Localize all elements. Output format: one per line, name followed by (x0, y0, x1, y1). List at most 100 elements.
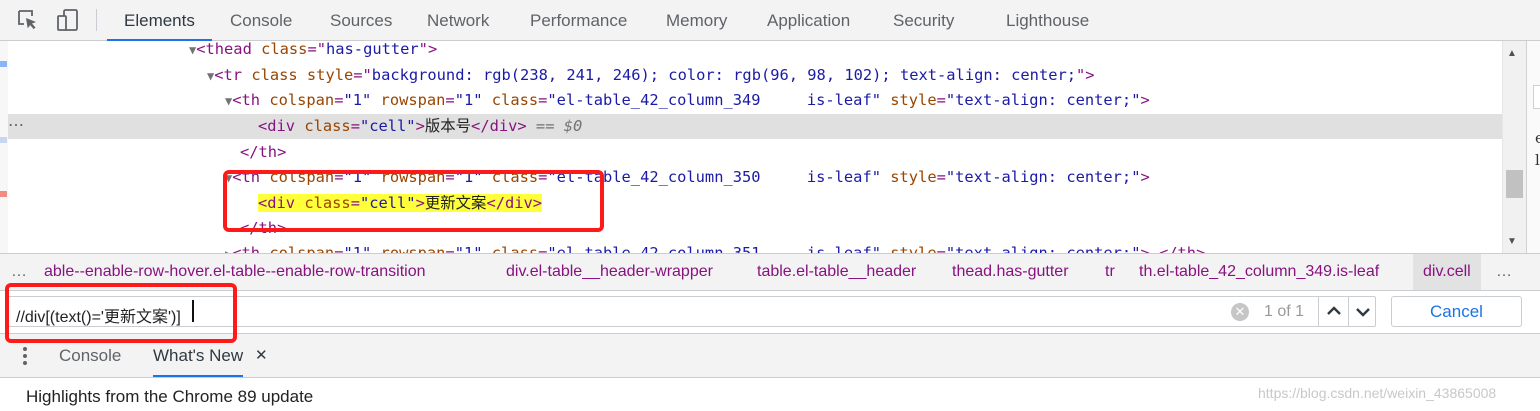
tag-end: </div> (471, 117, 527, 135)
breadcrumb-overflow-right[interactable]: … (1496, 263, 1512, 281)
tab-sources[interactable]: Sources (313, 0, 409, 41)
annotation-box-matched-node (223, 170, 604, 232)
attr-name: class (482, 91, 539, 109)
toolbar-separator (96, 9, 97, 31)
annotation-box-xpath-query (5, 283, 237, 343)
dom-node-th-349[interactable]: ▼<th colspan="1" rowspan="1" class="el-t… (8, 88, 1502, 113)
attr-eq: = (936, 91, 946, 109)
dom-node-tr[interactable]: ▼<tr class style="background: rgb(238, 2… (8, 63, 1502, 88)
page-edge-mark (0, 137, 7, 143)
tag-open: <tr (214, 66, 252, 84)
whats-new-heading: Highlights from the Chrome 89 update (26, 387, 314, 406)
breadcrumb-item[interactable]: table.el-table__header (757, 263, 916, 281)
attr-value: "1" (343, 244, 372, 253)
attr-value: "cell" (359, 117, 416, 135)
attr-value: "el-table_42_column_351 is-leaf" (547, 244, 881, 253)
match-count: 1 of 1 (1264, 303, 1305, 320)
attr-value: has-gutter (326, 41, 419, 58)
clear-search-icon[interactable]: ✕ (1231, 303, 1249, 321)
attr-value: "1" (454, 244, 483, 253)
inspect-element-icon[interactable] (16, 8, 40, 32)
attr-eq: = (350, 117, 360, 135)
tab-application[interactable]: Application (750, 0, 867, 41)
tab-console[interactable]: Console (213, 0, 309, 41)
tab-elements[interactable]: Elements (107, 0, 212, 41)
tab-memory[interactable]: Memory (649, 0, 744, 41)
attr-eq: = (445, 91, 455, 109)
attr-name: class (482, 244, 539, 253)
tag-close: > (1140, 91, 1150, 109)
attr-value: "text-align: center;" (945, 244, 1141, 253)
tab-network[interactable]: Network (410, 0, 506, 41)
chevron-up-icon (1327, 306, 1341, 315)
devtools-toolbar: Elements Console Sources Network Perform… (0, 0, 1540, 41)
attr-name: style (880, 244, 937, 253)
selected-node-marker: == $0 (526, 117, 583, 135)
dom-node-div-cell-selected[interactable]: <div class="cell">版本号</div> == $0 (8, 114, 1502, 139)
next-match-button[interactable] (1348, 297, 1376, 326)
tag-open: <div (258, 117, 305, 135)
page-edge-strip (0, 41, 8, 253)
attr-name: class (261, 41, 308, 58)
dom-node-th-close[interactable]: </th> (8, 140, 1502, 165)
device-toolbar-icon[interactable] (56, 8, 80, 32)
tag-close: "> (418, 41, 438, 58)
attr-value: "1" (343, 91, 372, 109)
node-actions-dots-icon[interactable]: ⋯ (8, 115, 25, 135)
attr-eq: = (936, 168, 946, 186)
attr-name: colspan (269, 244, 335, 253)
breadcrumb-item-selected[interactable]: div.cell (1413, 254, 1481, 290)
attr-value: "text-align: center;" (945, 168, 1141, 186)
dom-node-th-351[interactable]: ▶<th colspan="1" rowspan="1" class="el-t… (8, 241, 1502, 253)
attr-name: style (880, 91, 937, 109)
breadcrumb-item[interactable]: thead.has-gutter (952, 263, 1069, 281)
tag-close: >…</th> (1140, 244, 1206, 253)
breadcrumb-item[interactable]: div.el-table__header-wrapper (506, 263, 713, 281)
attr-eq: = (538, 244, 548, 253)
attr-name: class style (251, 66, 354, 84)
attr-name: style (880, 168, 937, 186)
tab-security[interactable]: Security (876, 0, 971, 41)
breadcrumb-overflow-left[interactable]: … (11, 263, 27, 281)
styles-pane-edge: e l (1526, 41, 1540, 253)
page-edge-mark (0, 61, 7, 67)
breadcrumb-item[interactable]: tr (1105, 263, 1115, 281)
attr-name: rowspan (371, 244, 446, 253)
scroll-up-arrow-icon[interactable]: ▲ (1507, 48, 1517, 59)
scrollbar-thumb[interactable] (1506, 170, 1523, 198)
tab-lighthouse[interactable]: Lighthouse (989, 0, 1106, 41)
tab-performance[interactable]: Performance (513, 0, 644, 41)
dom-node-thead[interactable]: ▼<thead class="has-gutter"> (8, 41, 1502, 62)
tag-close: "> (1076, 66, 1095, 84)
page-edge-mark (0, 191, 7, 197)
attr-value: "text-align: center;" (945, 91, 1141, 109)
tag-open: <thead (196, 41, 262, 58)
tag-close: > (1140, 168, 1150, 186)
attr-eq: =" (307, 41, 326, 58)
styles-pane-letter: l (1535, 151, 1540, 169)
cancel-button[interactable]: Cancel (1391, 296, 1522, 327)
attr-value: "el-table_42_column_349 is-leaf" (547, 91, 881, 109)
drawer-menu-icon[interactable] (22, 346, 28, 366)
whats-new-panel: Highlights from the Chrome 89 update htt… (0, 378, 1540, 411)
scroll-down-arrow-icon[interactable]: ▼ (1507, 236, 1517, 247)
tag-end: </th> (240, 143, 287, 161)
node-text: 版本号 (424, 117, 472, 135)
attr-value: background: rgb(238, 241, 246); color: r… (371, 66, 1077, 84)
tag-open: <th (232, 244, 270, 253)
dom-tree-scrollbar[interactable] (1502, 41, 1526, 253)
attr-name: rowspan (371, 91, 446, 109)
previous-match-button[interactable] (1318, 297, 1348, 326)
attr-eq: = (538, 91, 548, 109)
attr-eq: = (445, 244, 455, 253)
attr-eq: =" (353, 66, 372, 84)
tag-open: <th (232, 91, 270, 109)
attr-name: class (304, 117, 351, 135)
styles-pane-letter: e (1535, 129, 1540, 147)
tag-close: > (415, 117, 425, 135)
attr-name: colspan (269, 91, 335, 109)
breadcrumb-item[interactable]: able--enable-row-hover.el-table--enable-… (44, 263, 426, 281)
breadcrumb-item[interactable]: th.el-table_42_column_349.is-leaf (1139, 263, 1379, 281)
styles-filter-box[interactable] (1533, 85, 1540, 109)
close-tab-icon[interactable]: ✕ (255, 346, 268, 364)
